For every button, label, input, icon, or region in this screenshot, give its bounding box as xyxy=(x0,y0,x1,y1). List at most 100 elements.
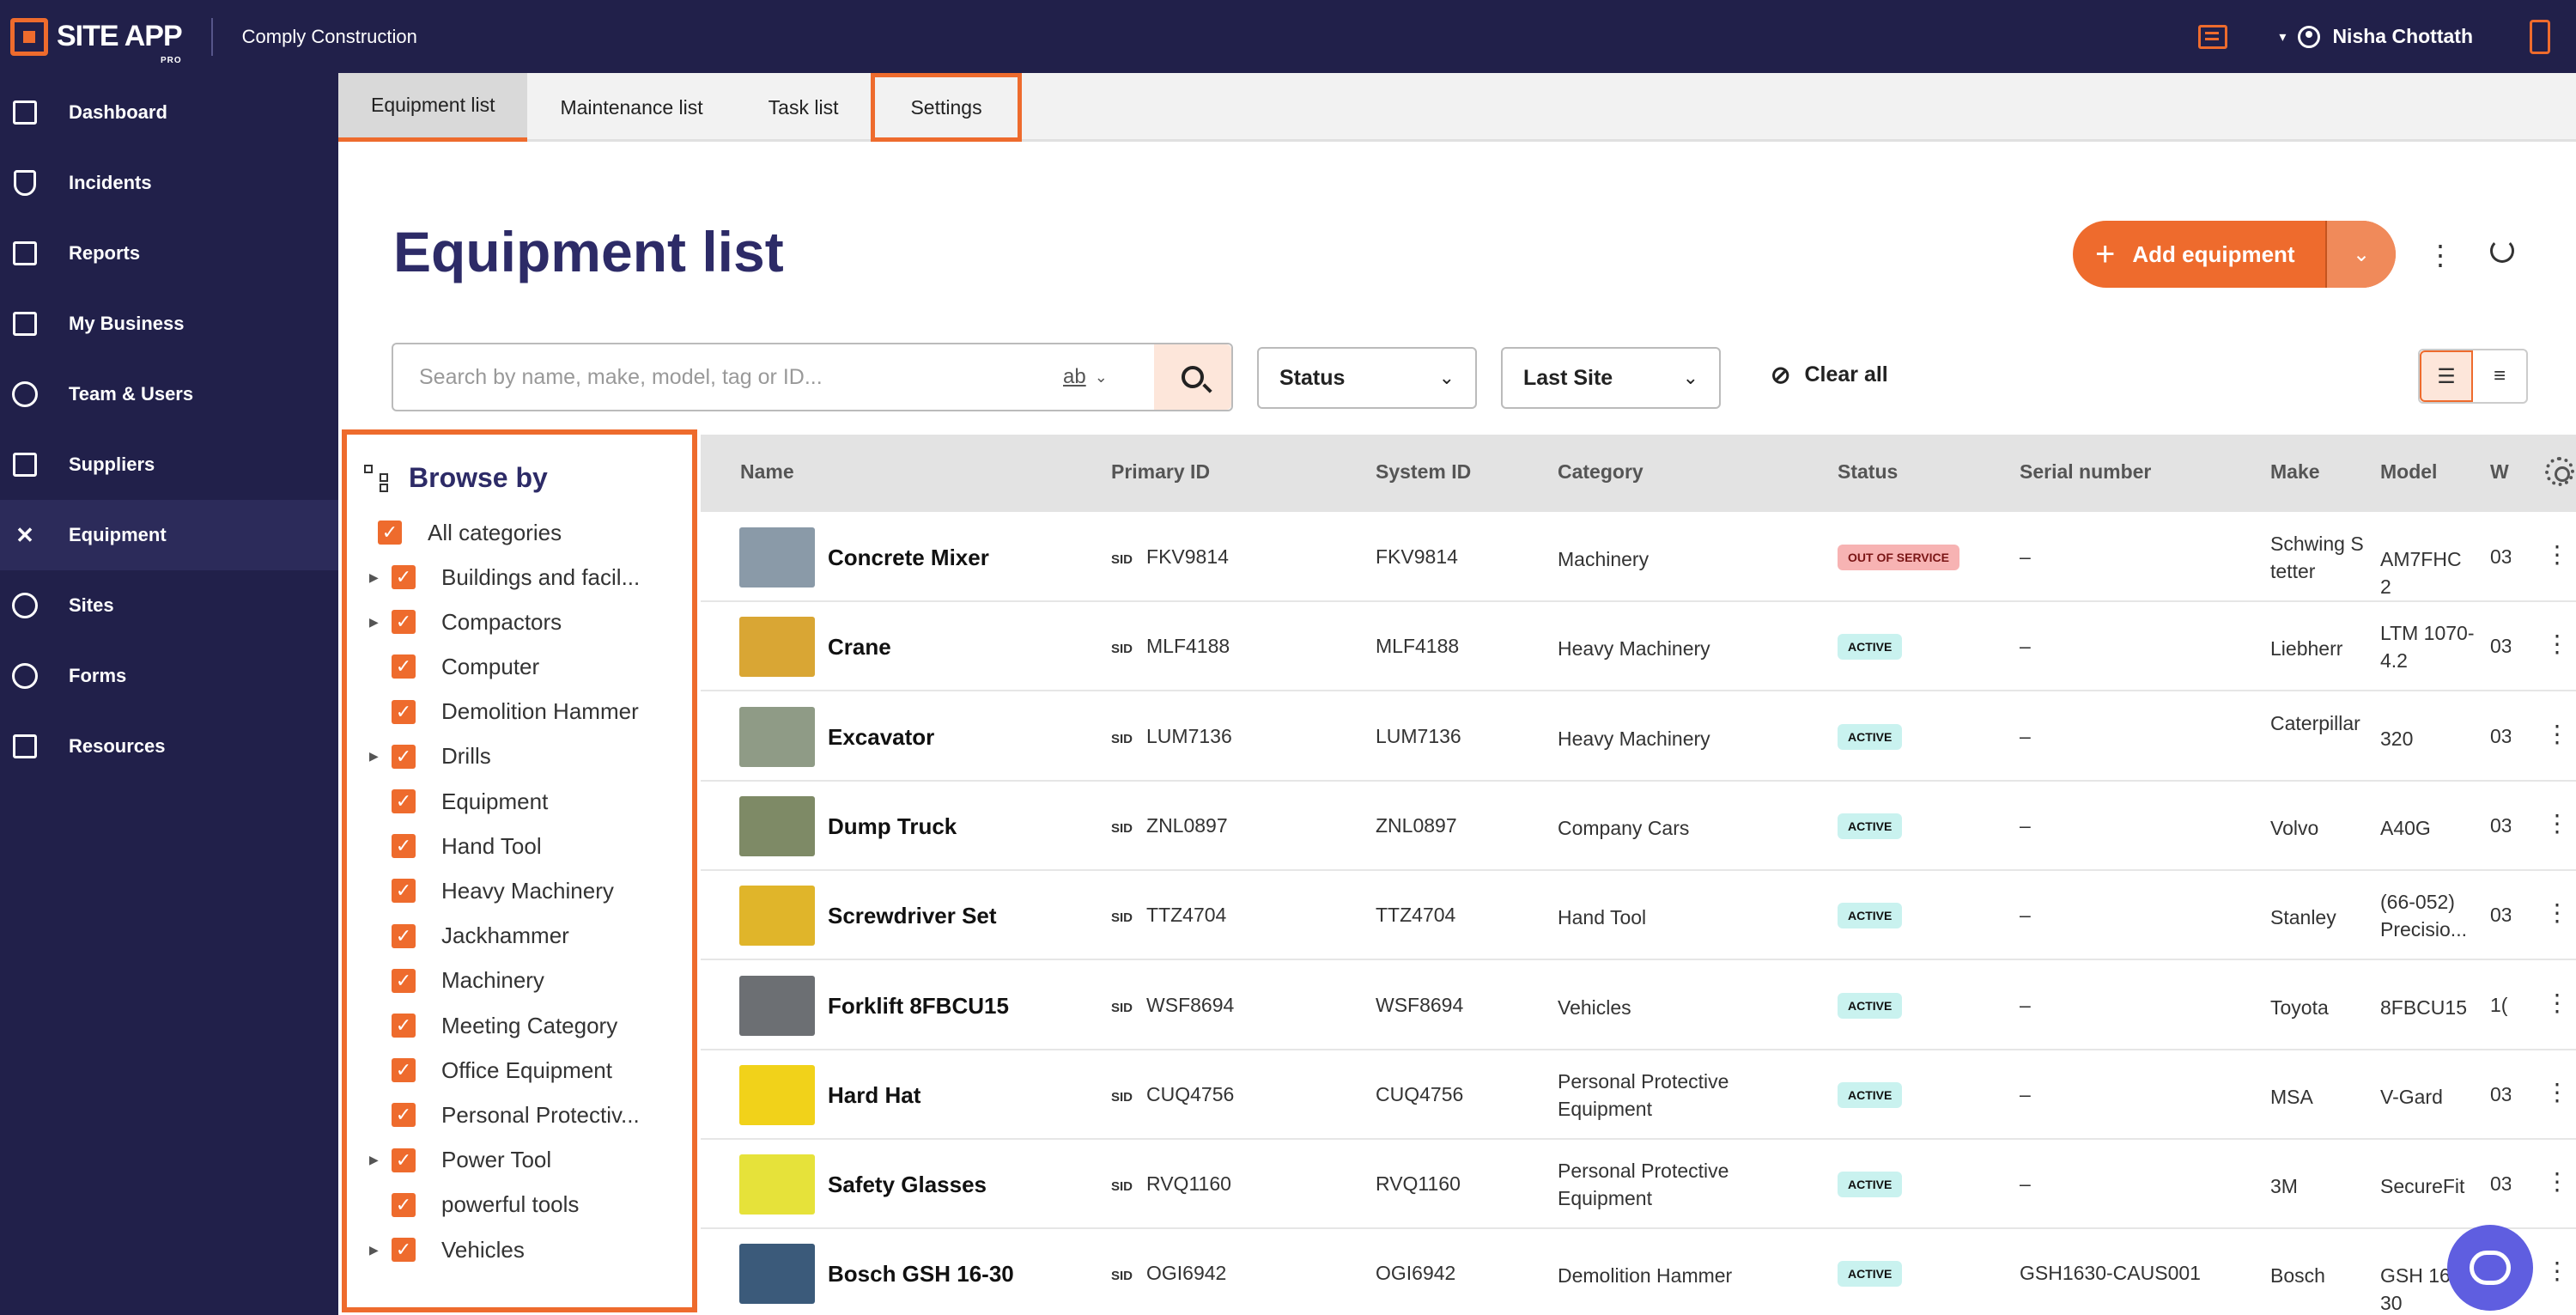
category-item[interactable]: ✓ powerful tools xyxy=(369,1188,651,1222)
company-name[interactable]: Comply Construction xyxy=(242,26,417,48)
sidebar-item-resources[interactable]: Resources xyxy=(0,711,338,782)
row-menu-icon[interactable]: ⋮ xyxy=(2545,1167,2569,1196)
equipment-name[interactable]: Hard Hat xyxy=(828,1082,920,1109)
category-item[interactable]: ▶ ✓ Vehicles xyxy=(369,1233,651,1267)
equipment-name[interactable]: Concrete Mixer xyxy=(828,545,989,571)
app-logo[interactable]: SITE APP PRO xyxy=(10,17,183,65)
category-item[interactable]: ▶ ✓ Compactors xyxy=(369,605,651,639)
sidebar-item-incidents[interactable]: Incidents xyxy=(0,148,338,218)
column-header-category[interactable]: Category xyxy=(1558,460,1643,484)
checkbox-checked[interactable]: ✓ xyxy=(392,610,416,635)
table-row[interactable]: Concrete Mixer SID FKV9814 FKV9814 Machinery… xyxy=(701,513,2576,602)
category-item[interactable]: ✓ Equipment xyxy=(369,784,651,819)
compact-view-icon[interactable]: ≡ xyxy=(2473,350,2526,402)
checkbox-checked[interactable]: ✓ xyxy=(392,834,416,859)
table-row[interactable]: Screwdriver Set SID TTZ4704 TTZ4704 Hand Too… xyxy=(701,871,2576,961)
checkbox-checked[interactable]: ✓ xyxy=(392,789,416,813)
add-equipment-button[interactable]: + Add equipment ⌄ xyxy=(2073,221,2396,288)
tab-settings[interactable]: Settings xyxy=(871,73,1022,142)
checkbox-checked[interactable]: ✓ xyxy=(392,699,416,724)
column-header-w[interactable]: W xyxy=(2490,460,2509,484)
user-icon[interactable] xyxy=(2298,25,2321,48)
equipment-name[interactable]: Excavator xyxy=(828,724,934,751)
search-button[interactable] xyxy=(1154,344,1231,410)
expand-arrow-icon[interactable]: ▶ xyxy=(369,615,392,630)
checkbox-checked[interactable]: ✓ xyxy=(392,1103,416,1128)
row-menu-icon[interactable]: ⋮ xyxy=(2545,720,2569,748)
sidebar-item-forms[interactable]: Forms xyxy=(0,641,338,711)
column-header-status[interactable]: Status xyxy=(1838,460,1898,484)
sidebar-item-reports[interactable]: Reports xyxy=(0,218,338,289)
checkbox-checked[interactable]: ✓ xyxy=(392,968,416,993)
status-filter[interactable]: Status ⌄ xyxy=(1257,347,1477,409)
equipment-name[interactable]: Crane xyxy=(828,634,891,661)
category-all[interactable]: ✓ All categories xyxy=(378,515,562,550)
more-options-icon[interactable]: ⋮ xyxy=(2427,239,2454,271)
match-case-toggle[interactable]: ab xyxy=(1063,365,1086,389)
checkbox-checked[interactable]: ✓ xyxy=(392,1058,416,1083)
phone-icon[interactable] xyxy=(2530,19,2550,54)
category-item[interactable]: ✓ Demolition Hammer xyxy=(369,695,651,729)
row-menu-icon[interactable]: ⋮ xyxy=(2545,809,2569,837)
table-row[interactable]: Excavator SID LUM7136 LUM7136 Heavy Machiner… xyxy=(701,692,2576,782)
chevron-down-icon[interactable]: ▾ xyxy=(2279,28,2286,46)
category-item[interactable]: ▶ ✓ Power Tool xyxy=(369,1143,651,1178)
category-item[interactable]: ✓ Meeting Category xyxy=(369,1008,651,1043)
checkbox-checked[interactable]: ✓ xyxy=(392,654,416,679)
row-menu-icon[interactable]: ⋮ xyxy=(2545,540,2569,569)
equipment-name[interactable]: Screwdriver Set xyxy=(828,903,997,929)
category-item[interactable]: ✓ Personal Protectiv... xyxy=(369,1098,651,1132)
user-name[interactable]: Nisha Chottath xyxy=(2332,25,2473,48)
table-row[interactable]: Forklift 8FBCU15 SID WSF8694 WSF8694 Vehicle… xyxy=(701,961,2576,1050)
category-item[interactable]: ✓ Computer xyxy=(369,649,651,684)
table-row[interactable]: Safety Glasses SID RVQ1160 RVQ1160 Personal … xyxy=(701,1140,2576,1230)
category-item[interactable]: ✓ Machinery xyxy=(369,964,651,998)
table-row[interactable]: Dump Truck SID ZNL0897 ZNL0897 Company Cars A… xyxy=(701,782,2576,871)
expand-arrow-icon[interactable]: ▶ xyxy=(369,749,392,764)
sidebar-item-equipment[interactable]: ✕ Equipment xyxy=(0,500,338,570)
tab-equipment-list[interactable]: Equipment list xyxy=(338,73,528,142)
expand-arrow-icon[interactable]: ▶ xyxy=(369,1243,392,1257)
sidebar-item-team-users[interactable]: Team & Users xyxy=(0,359,338,429)
list-view-icon[interactable]: ☰ xyxy=(2420,350,2474,402)
expand-arrow-icon[interactable]: ▶ xyxy=(369,1153,392,1167)
add-options-chevron-icon[interactable]: ⌄ xyxy=(2325,221,2396,288)
checkbox-checked[interactable]: ✓ xyxy=(392,923,416,948)
sidebar-item-sites[interactable]: Sites xyxy=(0,570,338,641)
row-menu-icon[interactable]: ⋮ xyxy=(2545,898,2569,927)
refresh-icon[interactable] xyxy=(2490,239,2514,263)
checkbox-checked[interactable]: ✓ xyxy=(392,1148,416,1172)
table-row[interactable]: Bosch GSH 16-30 SID OGI6942 OGI6942 Demoliti… xyxy=(701,1229,2576,1315)
table-row[interactable]: Crane SID MLF4188 MLF4188 Heavy Machinery ACT… xyxy=(701,602,2576,692)
column-header-primary-id[interactable]: Primary ID xyxy=(1111,460,1210,484)
category-item[interactable]: ✓ Jackhammer xyxy=(369,919,651,953)
tab-task-list[interactable]: Task list xyxy=(736,73,872,142)
column-header-serial-number[interactable]: Serial number xyxy=(2020,460,2151,484)
checkbox-checked[interactable]: ✓ xyxy=(392,1192,416,1217)
row-menu-icon[interactable]: ⋮ xyxy=(2545,1078,2569,1106)
equipment-name[interactable]: Dump Truck xyxy=(828,813,957,840)
sidebar-item-my-business[interactable]: My Business xyxy=(0,289,338,359)
row-menu-icon[interactable]: ⋮ xyxy=(2545,989,2569,1017)
category-item[interactable]: ✓ Office Equipment xyxy=(369,1053,651,1087)
expand-arrow-icon[interactable]: ▶ xyxy=(369,570,392,585)
column-header-name[interactable]: Name xyxy=(740,460,794,484)
sidebar-item-dashboard[interactable]: Dashboard xyxy=(0,77,338,148)
checkbox-checked[interactable]: ✓ xyxy=(392,879,416,904)
column-header-system-id[interactable]: System ID xyxy=(1376,460,1471,484)
gear-icon[interactable] xyxy=(2545,457,2574,486)
tab-maintenance-list[interactable]: Maintenance list xyxy=(527,73,735,142)
clear-all-button[interactable]: ⊘ Clear all xyxy=(1771,361,1888,389)
equipment-name[interactable]: Bosch GSH 16-30 xyxy=(828,1261,1014,1288)
search-input[interactable] xyxy=(419,364,1054,390)
row-menu-icon[interactable]: ⋮ xyxy=(2545,1257,2569,1285)
column-header-model[interactable]: Model xyxy=(2380,460,2437,484)
checkbox-checked[interactable]: ✓ xyxy=(378,521,402,545)
checkbox-checked[interactable]: ✓ xyxy=(392,744,416,769)
chevron-down-icon[interactable]: ⌄ xyxy=(1095,368,1108,387)
help-chat-button[interactable] xyxy=(2447,1225,2533,1311)
category-item[interactable]: ▶ ✓ Buildings and facil... xyxy=(369,560,651,594)
equipment-name[interactable]: Forklift 8FBCU15 xyxy=(828,993,1009,1020)
table-row[interactable]: Hard Hat SID CUQ4756 CUQ4756 Personal Protec… xyxy=(701,1050,2576,1140)
site-filter[interactable]: Last Site ⌄ xyxy=(1501,347,1721,409)
